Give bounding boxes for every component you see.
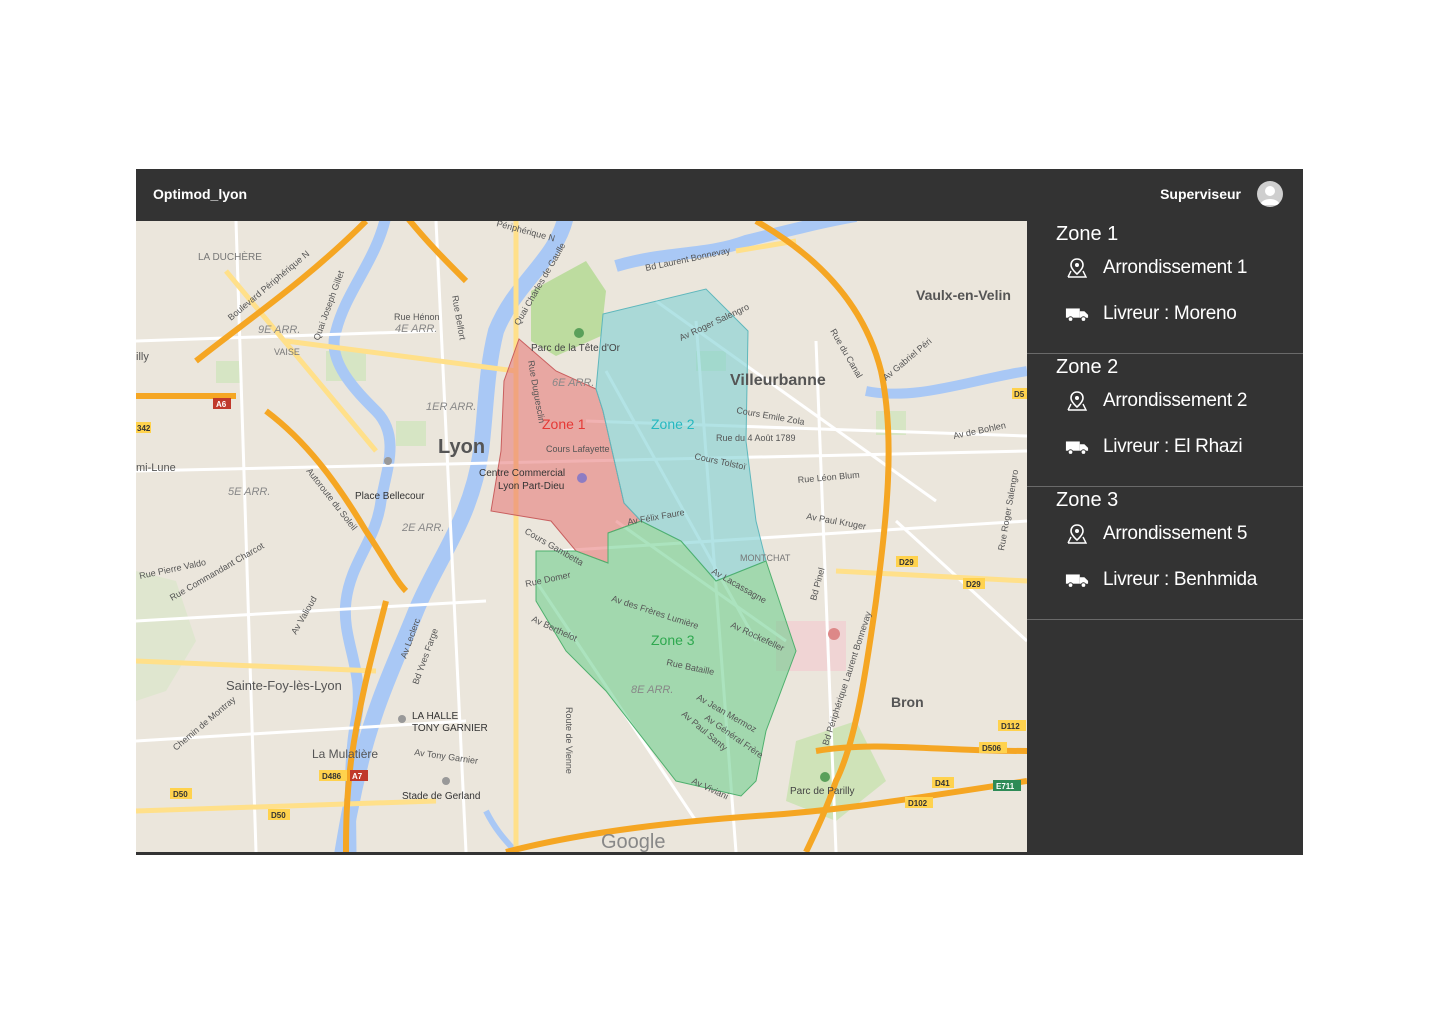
zone-livreur-row: Livreur : Benhmida	[1065, 567, 1257, 593]
arr-2: 2E ARR.	[401, 522, 444, 534]
shopping-pin-icon[interactable]	[577, 473, 587, 483]
user-role-label[interactable]: Superviseur	[1160, 186, 1241, 202]
zone-arrondissement-row: Arrondissement 2	[1065, 388, 1247, 414]
zone-card[interactable]: Zone 2 Arrondissement 2 Livreur : El Rha…	[1027, 354, 1303, 487]
zone-arrondissement-row: Arrondissement 1	[1065, 255, 1247, 281]
place-mulatiere: La Mulatière	[312, 747, 378, 761]
place-parc-tete-dor: Parc de la Tête d'Or	[531, 343, 621, 354]
map-zone-3-label: Zone 3	[651, 632, 695, 648]
place-centre-commercial: Centre Commercial	[479, 468, 565, 479]
place-mi-lune: mi-Lune	[136, 462, 176, 474]
map-pin-icon	[1065, 256, 1089, 280]
halle-pin-icon[interactable]	[398, 715, 406, 723]
badge-d29a: D29	[899, 558, 914, 567]
arr-4: 4E ARR.	[395, 323, 437, 335]
zone-livreur: Livreur : Moreno	[1103, 303, 1237, 324]
zone-arrondissement: Arrondissement 2	[1103, 390, 1248, 411]
place-villeurbanne: Villeurbanne	[730, 372, 826, 389]
zone-card[interactable]: Zone 1 Arrondissement 1 Livreur : Moreno	[1027, 221, 1303, 354]
park-pin-icon-2[interactable]	[820, 772, 830, 782]
map-view[interactable]: Zone 1 Zone 2 Zone 3 Lyon Villeurbanne V…	[136, 221, 1027, 852]
zone-arrondissement: Arrondissement 5	[1103, 523, 1248, 544]
map-pin-icon	[1065, 389, 1089, 413]
zone-title: Zone 3	[1056, 489, 1119, 511]
zone-livreur-row: Livreur : El Rhazi	[1065, 434, 1243, 460]
zone-arrondissement: Arrondissement 1	[1103, 257, 1248, 278]
zone-arrondissement-row: Arrondissement 5	[1065, 521, 1247, 547]
badge-d41: D41	[935, 779, 950, 788]
badge-d102: D102	[908, 799, 928, 808]
truck-icon	[1065, 435, 1089, 459]
map-zone-1-label: Zone 1	[542, 416, 586, 432]
badge-a7: A7	[352, 772, 363, 781]
top-bar: Optimod_lyon Superviseur	[136, 169, 1303, 221]
street-rue-4-aout: Rue du 4 Août 1789	[716, 433, 796, 443]
landmark-pin-icon[interactable]	[384, 457, 392, 465]
place-vaise: VAISE	[274, 347, 300, 357]
truck-icon	[1065, 568, 1089, 592]
badge-d50b: D50	[271, 811, 286, 820]
google-attribution: Google	[601, 831, 666, 852]
place-bellecour: Place Bellecour	[355, 491, 425, 502]
app-window: Optimod_lyon Superviseur Zone 1 Zone 2 Z…	[136, 169, 1303, 855]
place-tony-garnier: TONY GARNIER	[412, 723, 488, 734]
place-bron: Bron	[891, 694, 924, 710]
badge-d486: D486	[322, 772, 342, 781]
place-parc-parilly: Parc de Parilly	[790, 786, 854, 797]
street-rue-henon: Rue Hénon	[394, 312, 440, 322]
green-area-2	[396, 421, 426, 446]
badge-342: 342	[137, 424, 151, 433]
place-halle: LA HALLE	[412, 711, 458, 722]
street-cours-lafayette: Cours Lafayette	[546, 444, 610, 454]
place-vaulx: Vaulx-en-Velin	[916, 287, 1011, 303]
arr-6: 6E ARR.	[552, 377, 594, 389]
place-illy: illy	[136, 351, 149, 363]
zone-livreur-row: Livreur : Moreno	[1065, 301, 1237, 327]
park-pin-icon[interactable]	[574, 328, 584, 338]
zone-title: Zone 2	[1056, 356, 1119, 378]
place-lyon: Lyon	[438, 436, 485, 458]
place-stade-gerland: Stade de Gerland	[402, 791, 480, 802]
map-zone-2-label: Zone 2	[651, 416, 695, 432]
place-montchat: MONTCHAT	[740, 553, 791, 563]
arr-9: 9E ARR.	[258, 324, 300, 336]
stade-pin-icon[interactable]	[442, 777, 450, 785]
badge-d506: D506	[982, 744, 1002, 753]
hospital-pin-icon[interactable]	[828, 628, 840, 640]
arr-1: 1ER ARR.	[426, 401, 476, 413]
badge-d50a: D50	[173, 790, 188, 799]
zone-livreur: Livreur : Benhmida	[1103, 569, 1258, 590]
badge-d5: D5	[1014, 390, 1025, 399]
zone-livreur: Livreur : El Rhazi	[1103, 436, 1243, 457]
map-pin-icon	[1065, 522, 1089, 546]
green-area-3	[216, 361, 242, 383]
app-title[interactable]: Optimod_lyon	[153, 186, 247, 202]
place-part-dieu: Lyon Part-Dieu	[498, 481, 564, 492]
badge-a6: A6	[216, 400, 227, 409]
arr-5: 5E ARR.	[228, 486, 270, 498]
street-route-de-vienne: Route de Vienne	[564, 707, 574, 774]
truck-icon	[1065, 302, 1089, 326]
zone-sidebar: Zone 1 Arrondissement 1 Livreur : Moreno…	[1027, 221, 1303, 855]
zone-title: Zone 1	[1056, 223, 1119, 245]
place-sainte-foy: Sainte-Foy-lès-Lyon	[226, 678, 342, 693]
badge-d112: D112	[1001, 722, 1020, 731]
badge-d29b: D29	[966, 580, 981, 589]
zone-card[interactable]: Zone 3 Arrondissement 5 Livreur : Benhmi…	[1027, 487, 1303, 620]
place-duchere: LA DUCHÈRE	[198, 250, 262, 263]
user-avatar-icon[interactable]	[1257, 181, 1283, 207]
badge-e711: E711	[996, 782, 1015, 791]
arr-8: 8E ARR.	[631, 684, 673, 696]
